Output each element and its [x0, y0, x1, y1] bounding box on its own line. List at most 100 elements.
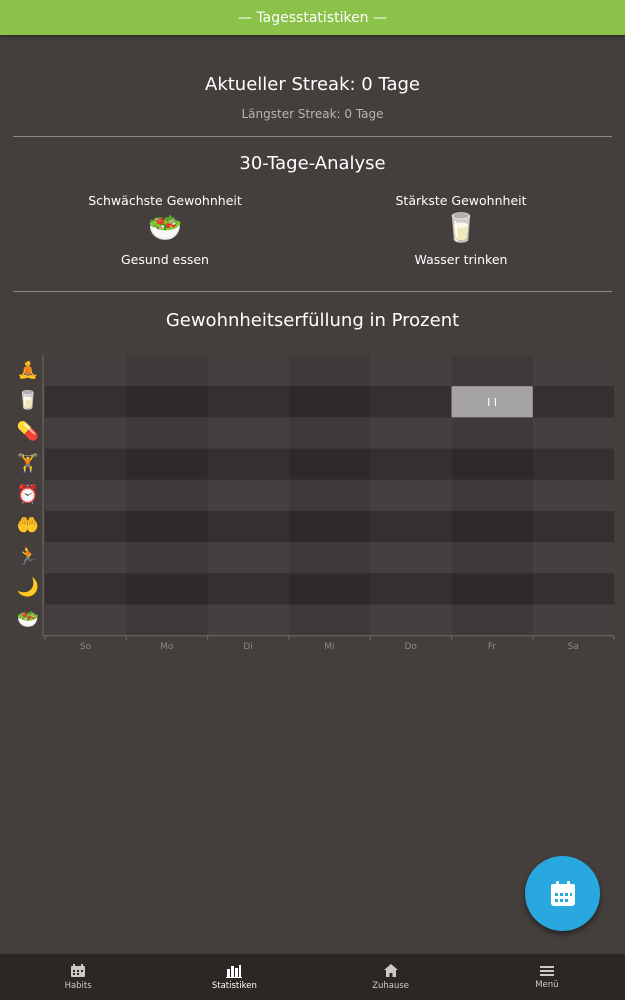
nav-zuhause-label: Zuhause	[372, 981, 410, 991]
heatmap-cell	[289, 573, 370, 604]
heatmap-cell	[126, 605, 207, 636]
calendar-fab-button[interactable]	[525, 856, 600, 931]
heatmap-cell	[126, 449, 207, 480]
heatmap-cell	[45, 417, 126, 448]
day-tick-label: Mo	[160, 642, 174, 652]
heatmap-cell	[452, 417, 533, 448]
heatmap-cell	[208, 480, 289, 511]
heatmap-cell	[533, 542, 614, 573]
heatmap-cell	[126, 511, 207, 542]
salad-icon: 🥗	[147, 211, 183, 244]
day-tick-label: Sa	[567, 642, 579, 652]
heatmap-cell	[370, 386, 451, 417]
strongest-habit-name: Wasser trinken	[414, 252, 508, 267]
chart-title: Gewohnheitserfüllung in Prozent	[165, 310, 460, 331]
heatmap-cell	[533, 573, 614, 604]
heatmap-cell	[289, 511, 370, 542]
heatmap-cell	[126, 573, 207, 604]
heatmap-cell	[45, 480, 126, 511]
home-icon	[383, 964, 398, 977]
calendar-grid-icon	[71, 963, 86, 977]
heatmap-cell	[208, 573, 289, 604]
heatmap-cell	[370, 542, 451, 573]
heart-hands-icon: 🤲	[16, 515, 40, 536]
heatmap-cell-label: I I	[487, 396, 497, 409]
nav-habits[interactable]: Habits	[0, 954, 156, 1000]
heatmap-cell	[452, 480, 533, 511]
heatmap-cell	[45, 449, 126, 480]
heatmap-cell	[208, 417, 289, 448]
meditation-icon: 🧘	[16, 359, 40, 380]
heatmap-cell	[208, 511, 289, 542]
nav-menu[interactable]: Menü	[469, 954, 625, 1000]
heatmap-cell	[208, 386, 289, 417]
heatmap-cell	[452, 573, 533, 604]
heatmap-cell	[126, 480, 207, 511]
heatmap-svg: I I	[42, 355, 615, 640]
water-glass-icon: 🥛	[443, 211, 479, 244]
bar-chart-icon	[226, 964, 243, 978]
heatmap-cell	[126, 417, 207, 448]
heatmap-cell	[208, 605, 289, 636]
heatmap-cell	[533, 511, 614, 542]
strongest-habit-label: Stärkste Gewohnheit	[395, 193, 527, 208]
water-glass-icon: 🥛	[16, 390, 40, 412]
habit-completion-heatmap: I I 🧘 🥛 💊 🏋 ⏰ 🤲 🏃 🌙 🥗 So Mo Di Mi Do Fr Sa	[0, 352, 625, 652]
nav-statistiken-label: Statistiken	[211, 980, 257, 991]
hamburger-menu-icon	[539, 965, 554, 976]
pills-icon: 💊	[16, 421, 40, 443]
heatmap-cell	[289, 542, 370, 573]
heatmap-cell	[45, 605, 126, 636]
heatmap-cell	[45, 355, 126, 386]
heatmap-cell	[45, 573, 126, 604]
nav-zuhause[interactable]: Zuhause	[313, 954, 469, 1000]
heatmap-cell	[533, 480, 614, 511]
nav-menu-label: Menü	[535, 979, 559, 990]
divider	[13, 291, 612, 292]
day-tick-label: Mi	[324, 642, 335, 652]
heatmap-cell	[533, 605, 614, 636]
heatmap-cell	[452, 449, 533, 480]
bottom-navigation: Habits Statistiken Zuhause Menü	[0, 954, 625, 1000]
heatmap-cell	[126, 355, 207, 386]
heatmap-cell	[208, 542, 289, 573]
weightlifting-icon: 🏋	[16, 452, 40, 474]
heatmap-cell	[452, 511, 533, 542]
heatmap-cell	[370, 480, 451, 511]
nav-statistiken[interactable]: Statistiken	[156, 954, 312, 1000]
day-tick-label: Fr	[487, 642, 497, 652]
heatmap-cell	[289, 605, 370, 636]
heatmap-cell	[370, 417, 451, 448]
heatmap-cell	[370, 355, 451, 386]
heatmap-cell	[370, 605, 451, 636]
heatmap-cell	[452, 542, 533, 573]
heatmap-cell	[289, 355, 370, 386]
day-tick-label: Do	[404, 642, 417, 652]
calendar-icon	[550, 880, 575, 906]
alarm-clock-icon: ⏰	[16, 483, 40, 505]
heatmap-cell	[533, 355, 614, 386]
heatmap-cell	[208, 449, 289, 480]
weakest-habit-name: Gesund essen	[121, 252, 209, 267]
longest-streak: Längster Streak: 0 Tage	[241, 107, 384, 121]
day-tick-label: So	[79, 642, 92, 652]
current-streak: Aktueller Streak: 0 Tage	[205, 74, 420, 95]
heatmap-cell	[533, 386, 614, 417]
day-tick-label: Di	[243, 642, 253, 652]
heatmap-cell	[45, 511, 126, 542]
heatmap-cell	[370, 573, 451, 604]
page-title: — Tagesstatistiken —	[237, 9, 388, 26]
heatmap-cell	[45, 542, 126, 573]
app-header: — Tagesstatistiken —	[0, 0, 625, 35]
heatmap-cell	[533, 417, 614, 448]
heatmap-cell	[452, 605, 533, 636]
heatmap-cell	[289, 417, 370, 448]
heatmap-cell	[452, 355, 533, 386]
weakest-habit-label: Schwächste Gewohnheit	[88, 193, 242, 208]
sleep-moon-icon: 🌙	[16, 577, 40, 599]
running-icon: 🏃	[16, 546, 40, 568]
strongest-habit: Stärkste Gewohnheit 🥛 Wasser trinken	[351, 193, 571, 267]
nav-habits-label: Habits	[64, 980, 92, 991]
weakest-habit: Schwächste Gewohnheit 🥗 Gesund essen	[55, 193, 275, 267]
heatmap-cell	[289, 480, 370, 511]
